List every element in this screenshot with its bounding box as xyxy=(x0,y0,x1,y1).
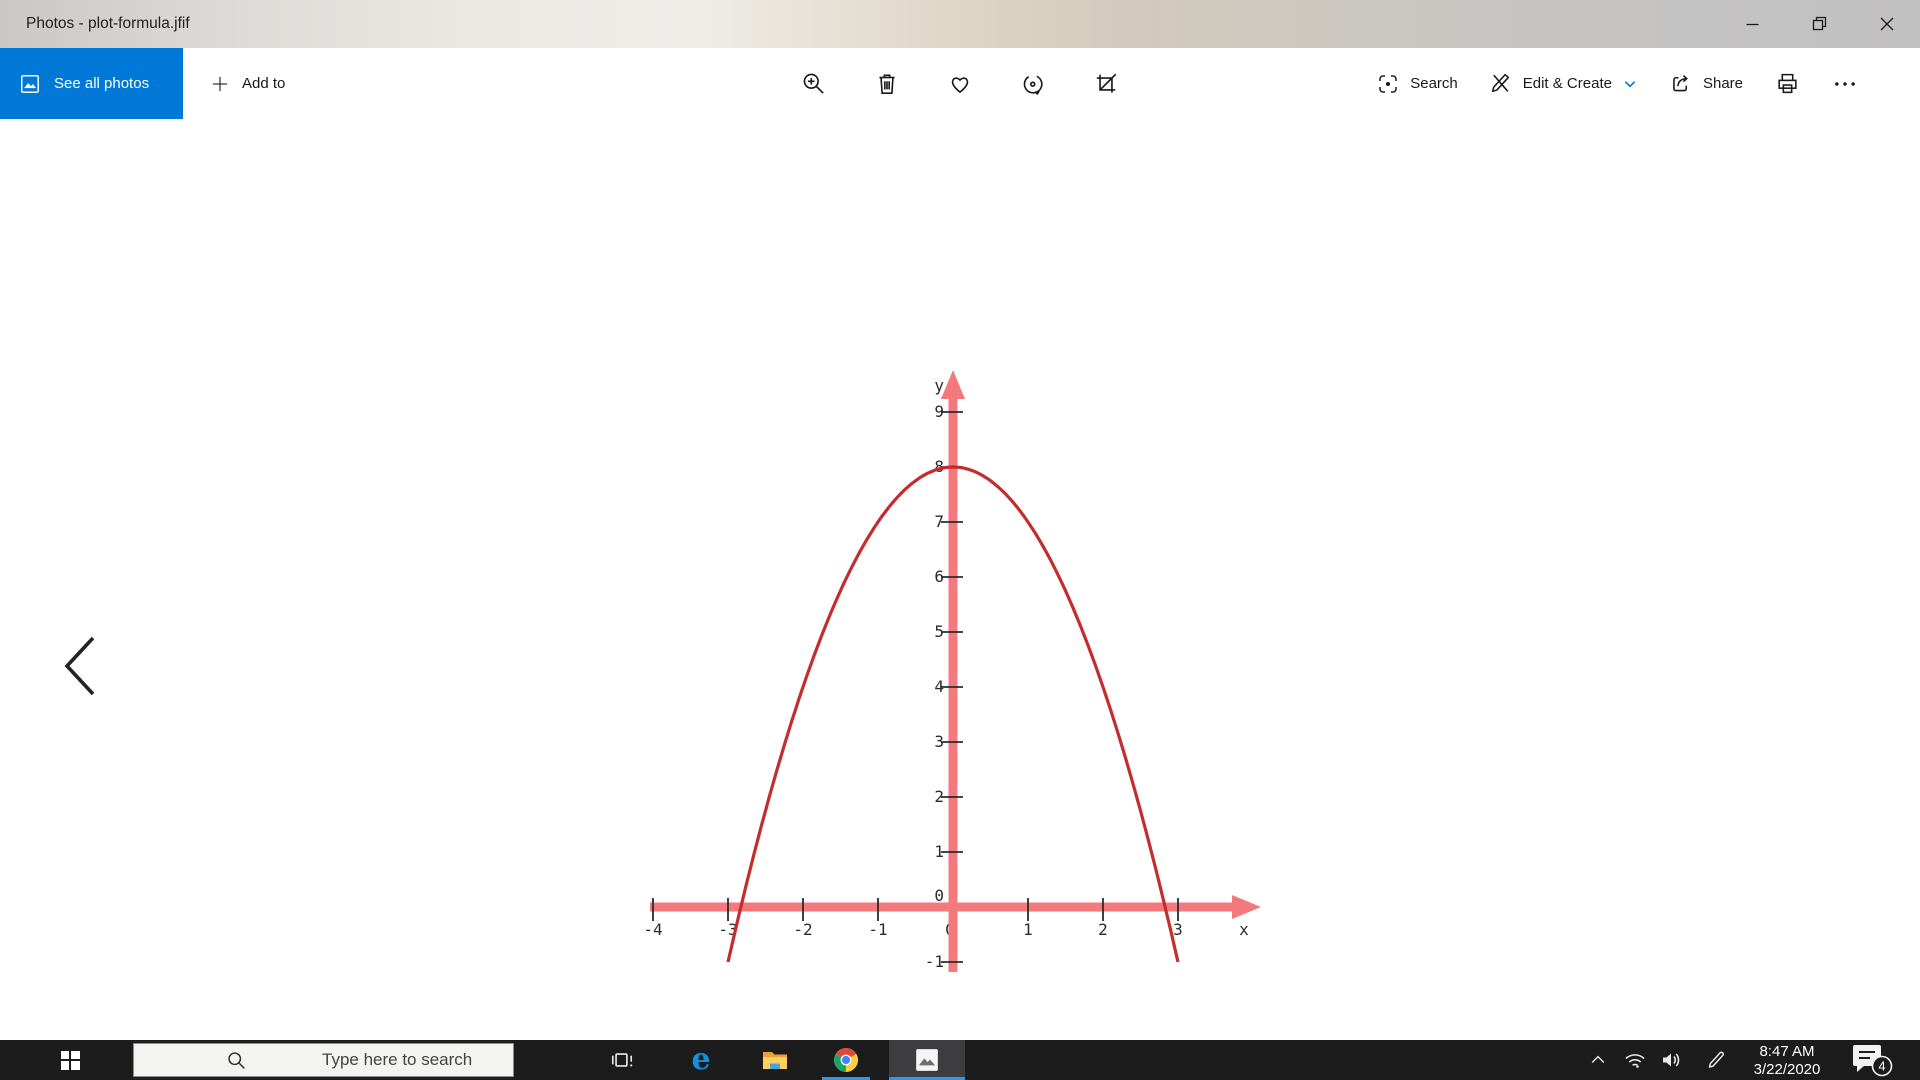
taskbar-app-edge[interactable]: e xyxy=(677,1040,725,1080)
tray-show-hidden-icons-button[interactable] xyxy=(1583,1040,1613,1080)
see-more-icon xyxy=(1832,71,1858,97)
tray-time: 8:47 AM xyxy=(1740,1043,1834,1061)
add-to-label: Add to xyxy=(242,75,285,92)
tray-action-center-button[interactable]: 4 xyxy=(1846,1040,1898,1080)
file-explorer-icon xyxy=(761,1048,789,1072)
task-view-icon xyxy=(609,1047,635,1073)
photos-app-icon xyxy=(914,1047,940,1073)
minimize-icon xyxy=(1741,12,1765,36)
minimize-button[interactable] xyxy=(1719,0,1786,48)
share-button[interactable]: Share xyxy=(1659,61,1752,107)
tray-date: 3/22/2020 xyxy=(1740,1061,1834,1079)
svg-text:6: 6 xyxy=(934,567,944,586)
notification-icon: 4 xyxy=(1849,1041,1895,1079)
svg-text:9: 9 xyxy=(934,402,944,421)
previous-photo-button[interactable] xyxy=(56,631,106,701)
wifi-icon xyxy=(1623,1048,1647,1072)
favorite-button[interactable] xyxy=(937,61,983,107)
rotate-icon xyxy=(1020,71,1046,97)
svg-text:1: 1 xyxy=(934,842,944,861)
plus-icon xyxy=(210,74,230,94)
taskbar-search-box[interactable] xyxy=(133,1043,514,1077)
edit-create-button[interactable]: Edit & Create xyxy=(1479,61,1647,107)
photos-icon xyxy=(19,73,41,95)
svg-text:y: y xyxy=(934,376,944,395)
crop-button[interactable] xyxy=(1083,61,1129,107)
parabola-plot-svg: 0-4-3-2-1123-10123456789yx xyxy=(640,347,1270,995)
search-icon xyxy=(226,1050,247,1071)
command-bar: See all photos Add to xyxy=(0,48,1920,119)
zoom-button[interactable] xyxy=(791,61,837,107)
search-button[interactable]: Search xyxy=(1367,61,1467,107)
svg-text:5: 5 xyxy=(934,622,944,641)
edit-create-label: Edit & Create xyxy=(1523,75,1612,92)
delete-button[interactable] xyxy=(864,61,910,107)
start-button[interactable] xyxy=(52,1040,88,1080)
svg-text:4: 4 xyxy=(934,677,944,696)
svg-text:-4: -4 xyxy=(643,920,662,939)
share-icon xyxy=(1668,71,1693,96)
window-title: Photos - plot-formula.jfif xyxy=(26,15,190,33)
svg-text:2: 2 xyxy=(934,787,944,806)
chrome-icon xyxy=(833,1047,859,1073)
title-bar: Photos - plot-formula.jfif xyxy=(0,0,1920,48)
svg-text:-1: -1 xyxy=(868,920,887,939)
restore-button[interactable] xyxy=(1786,0,1853,48)
see-all-photos-label: See all photos xyxy=(54,75,149,92)
delete-icon xyxy=(874,71,900,97)
restore-icon xyxy=(1808,12,1832,36)
see-all-photos-button[interactable]: See all photos xyxy=(0,48,183,119)
edit-create-icon xyxy=(1488,71,1513,96)
window-controls xyxy=(1719,0,1920,48)
edge-icon: e xyxy=(691,1047,710,1073)
photo-canvas: 0-4-3-2-1123-10123456789yx xyxy=(0,119,1920,1040)
taskbar-app-chrome[interactable] xyxy=(822,1040,870,1080)
pen-icon xyxy=(1704,1048,1728,1072)
photos-app-window: Photos - plot-formula.jfif xyxy=(0,0,1920,1080)
see-more-button[interactable] xyxy=(1822,61,1868,107)
windows-logo-icon xyxy=(61,1051,80,1070)
svg-text:3: 3 xyxy=(934,732,944,751)
close-icon xyxy=(1875,12,1899,36)
crop-icon xyxy=(1093,71,1119,97)
chevron-down-icon xyxy=(1622,76,1638,92)
share-label: Share xyxy=(1703,75,1743,92)
taskbar-search-input[interactable] xyxy=(320,1049,534,1071)
svg-text:7: 7 xyxy=(934,512,944,531)
rotate-button[interactable] xyxy=(1010,61,1056,107)
taskbar-app-file-explorer[interactable] xyxy=(751,1040,799,1080)
svg-text:-1: -1 xyxy=(925,952,944,971)
svg-text:-2: -2 xyxy=(793,920,812,939)
notification-count-badge: 4 xyxy=(1878,1059,1885,1074)
svg-text:2: 2 xyxy=(1098,920,1108,939)
print-icon xyxy=(1775,71,1800,96)
svg-text:3: 3 xyxy=(1173,920,1183,939)
tray-network-button[interactable] xyxy=(1620,1040,1650,1080)
tray-volume-button[interactable] xyxy=(1656,1040,1686,1080)
photo-image-parabola-plot: 0-4-3-2-1123-10123456789yx xyxy=(640,347,1270,995)
volume-icon xyxy=(1659,1048,1683,1072)
svg-text:1: 1 xyxy=(1023,920,1033,939)
search-label: Search xyxy=(1410,75,1458,92)
add-to-button[interactable]: Add to xyxy=(200,48,295,119)
visual-search-icon xyxy=(1376,72,1400,96)
print-button[interactable] xyxy=(1764,61,1810,107)
chevron-up-icon xyxy=(1588,1050,1608,1070)
taskbar-app-task-view[interactable] xyxy=(598,1040,646,1080)
favorite-icon xyxy=(947,71,973,97)
taskbar-app-photos[interactable] xyxy=(889,1040,965,1080)
chevron-left-icon xyxy=(58,633,104,699)
svg-text:0: 0 xyxy=(934,886,944,905)
center-tool-group xyxy=(791,48,1129,119)
svg-text:x: x xyxy=(1239,920,1249,939)
zoom-in-icon xyxy=(801,71,827,97)
tray-windows-ink-button[interactable] xyxy=(1701,1040,1731,1080)
tray-clock[interactable]: 8:47 AM 3/22/2020 xyxy=(1740,1042,1834,1080)
close-button[interactable] xyxy=(1853,0,1920,48)
right-tool-group: Search Edit & Create Share xyxy=(1367,48,1868,119)
windows-taskbar: e xyxy=(0,1040,1920,1080)
